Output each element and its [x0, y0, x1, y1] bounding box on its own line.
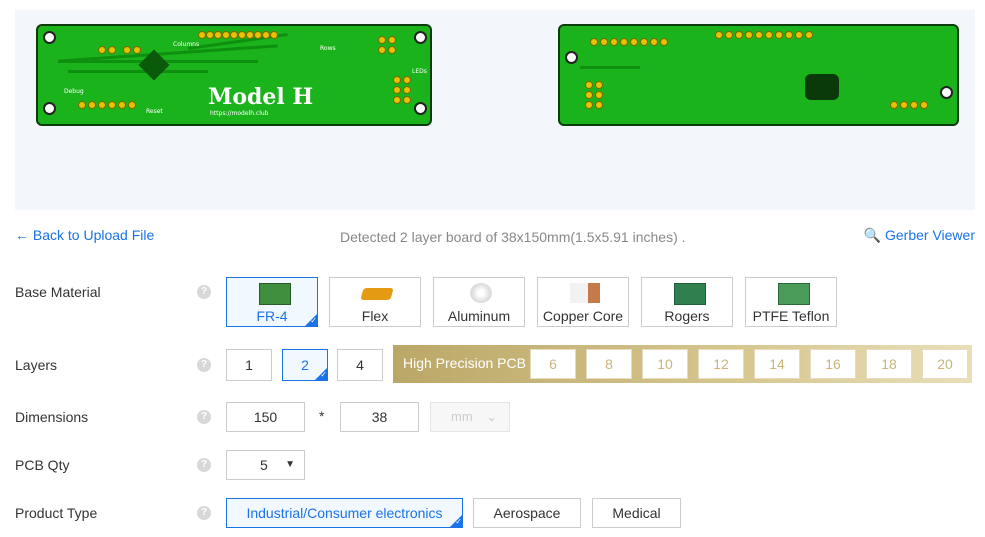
- pcb-back-image: [558, 24, 959, 126]
- selected-check-icon: [304, 313, 318, 327]
- layer-option-8[interactable]: 8: [586, 349, 632, 379]
- qty-select[interactable]: 5 ▼: [226, 450, 305, 480]
- help-icon[interactable]: ?: [197, 285, 211, 299]
- layer-option-1[interactable]: 1: [226, 349, 272, 381]
- material-aluminum[interactable]: Aluminum: [433, 277, 525, 327]
- magnifier-doc-icon: 🔍: [863, 227, 882, 243]
- layer-option-20[interactable]: 20: [922, 349, 968, 379]
- caret-down-icon: ▼: [285, 459, 295, 470]
- layer-option-10[interactable]: 10: [642, 349, 688, 379]
- base-material-row: Base Material ? FR-4 Flex Aluminum Coppe…: [15, 277, 975, 327]
- flex-pcb-icon: [360, 288, 394, 300]
- pcb-model-title: Model H: [208, 84, 314, 110]
- rogers-board-icon: [674, 283, 706, 305]
- layers-label: Layers: [15, 357, 58, 373]
- aluminum-board-icon: [470, 283, 492, 303]
- pcb-label-leds: LEDs: [412, 68, 427, 75]
- help-icon[interactable]: ?: [197, 410, 211, 424]
- layer-option-12[interactable]: 12: [698, 349, 744, 379]
- pcb-url-text: https://modelh.club: [210, 110, 269, 117]
- fr4-board-icon: [259, 283, 291, 305]
- layer-option-6[interactable]: 6: [530, 349, 576, 379]
- material-fr4[interactable]: FR-4: [226, 277, 318, 327]
- length-input[interactable]: 150: [226, 402, 305, 432]
- base-material-label: Base Material: [15, 284, 101, 300]
- dimensions-row: Dimensions ? 150 * 38 mm ⌄: [15, 402, 975, 432]
- pcb-label-debug: Debug: [64, 88, 84, 95]
- product-type-row: Product Type ? Industrial/Consumer elect…: [15, 498, 975, 528]
- copper-core-icon: [570, 283, 600, 303]
- pcb-front-image: Model H https://modelh.club Columns Rows…: [36, 24, 432, 126]
- ptfe-board-icon: [778, 283, 810, 305]
- layer-option-2[interactable]: 2: [282, 349, 328, 381]
- material-ptfe-teflon[interactable]: PTFE Teflon: [745, 277, 837, 327]
- pcb-label-columns: Columns: [173, 41, 200, 48]
- width-input[interactable]: 38: [340, 402, 419, 432]
- back-to-upload-link[interactable]: ← Back to Upload File: [15, 227, 154, 243]
- high-precision-label: High Precision PCB: [403, 355, 526, 371]
- dimension-separator: *: [319, 408, 325, 424]
- product-type-aerospace[interactable]: Aerospace: [473, 498, 581, 528]
- dimensions-label: Dimensions: [15, 409, 89, 425]
- material-rogers[interactable]: Rogers: [641, 277, 733, 327]
- selected-check-icon: [449, 514, 463, 528]
- high-precision-panel: High Precision PCB 6 8 10 12 14 16 18 20: [393, 345, 972, 383]
- gerber-viewer-link[interactable]: 🔍 Gerber Viewer: [864, 227, 975, 244]
- pcb-label-rows: Rows: [320, 45, 336, 52]
- qty-row: PCB Qty ? 5 ▼: [15, 450, 975, 480]
- layer-option-18[interactable]: 18: [866, 349, 912, 379]
- layer-option-4[interactable]: 4: [337, 349, 383, 381]
- help-icon[interactable]: ?: [197, 506, 211, 520]
- upload-nav: ← Back to Upload File Detected 2 layer b…: [15, 226, 975, 246]
- arrow-left-icon: ←: [15, 227, 29, 243]
- detected-board-text: Detected 2 layer board of 38x150mm(1.5x5…: [340, 229, 686, 245]
- product-type-industrial[interactable]: Industrial/Consumer electronics: [226, 498, 463, 528]
- product-type-label: Product Type: [15, 505, 98, 521]
- layers-row: Layers ? 1 2 4 High Precision PCB 6 8 10…: [15, 345, 975, 383]
- help-icon[interactable]: ?: [197, 458, 211, 472]
- chevron-down-icon: ⌄: [486, 409, 497, 424]
- material-copper-core[interactable]: Copper Core: [537, 277, 629, 327]
- layer-option-14[interactable]: 14: [754, 349, 800, 379]
- material-flex[interactable]: Flex: [329, 277, 421, 327]
- help-icon[interactable]: ?: [197, 358, 211, 372]
- selected-check-icon: [314, 367, 328, 381]
- qty-label: PCB Qty: [15, 457, 70, 473]
- product-type-medical[interactable]: Medical: [592, 498, 681, 528]
- pcb-label-reset: Reset: [146, 108, 163, 115]
- pcb-preview: Model H https://modelh.club Columns Rows…: [15, 10, 975, 210]
- unit-select[interactable]: mm ⌄: [430, 402, 510, 432]
- layer-option-16[interactable]: 16: [810, 349, 856, 379]
